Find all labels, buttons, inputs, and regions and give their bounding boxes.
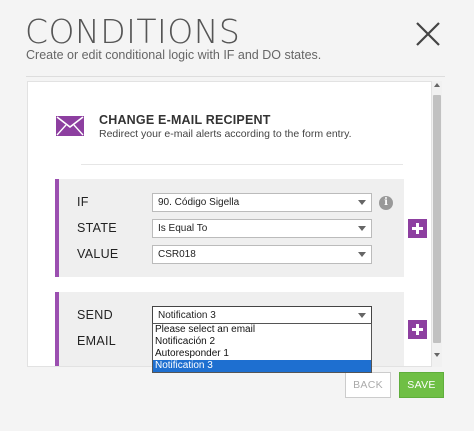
header-divider <box>26 76 445 77</box>
page-title: CONDITIONS <box>25 12 241 51</box>
card-divider <box>81 164 403 165</box>
card-title: CHANGE E-MAIL RECIPENT <box>99 113 271 127</box>
card-description: Redirect your e-mail alerts according to… <box>99 128 352 140</box>
send-value: Notification 3 <box>158 310 216 321</box>
if-field-select[interactable]: 90. Código Sigella <box>152 193 372 212</box>
state-value: Is Equal To <box>158 223 208 234</box>
email-label: EMAIL <box>77 334 117 348</box>
dropdown-option-selected[interactable]: Notification 3 <box>153 360 371 372</box>
add-action-button[interactable] <box>408 320 427 339</box>
scroll-down-icon[interactable] <box>434 353 440 357</box>
save-button[interactable]: SAVE <box>399 372 444 398</box>
scrollbar-thumb[interactable] <box>433 95 441 343</box>
dropdown-arrow-icon <box>358 226 366 231</box>
close-button[interactable] <box>411 17 445 51</box>
scroll-up-icon[interactable] <box>434 83 440 87</box>
send-label: SEND <box>77 308 113 322</box>
send-dropdown-list: Please select an email Notificación 2 Au… <box>152 323 372 373</box>
dropdown-option[interactable]: Autoresponder 1 <box>153 348 371 360</box>
envelope-icon <box>56 116 84 136</box>
dropdown-option[interactable]: Please select an email <box>153 324 371 336</box>
dropdown-option[interactable]: Notificación 2 <box>153 336 371 348</box>
value-label: VALUE <box>77 247 119 261</box>
state-select[interactable]: Is Equal To <box>152 219 372 238</box>
close-icon <box>416 22 440 46</box>
value-value: CSR018 <box>158 249 196 260</box>
dropdown-arrow-icon <box>358 313 366 318</box>
back-button[interactable]: BACK <box>345 372 391 398</box>
state-label: STATE <box>77 221 117 235</box>
info-icon[interactable]: i <box>379 196 393 210</box>
add-condition-button[interactable] <box>408 219 427 238</box>
vertical-scrollbar[interactable] <box>432 81 442 367</box>
if-field-value: 90. Código Sigella <box>158 197 240 208</box>
dropdown-arrow-icon <box>358 200 366 205</box>
if-label: IF <box>77 195 89 209</box>
value-select[interactable]: CSR018 <box>152 245 372 264</box>
dropdown-arrow-icon <box>358 252 366 257</box>
page-subtitle: Create or edit conditional logic with IF… <box>26 48 322 62</box>
